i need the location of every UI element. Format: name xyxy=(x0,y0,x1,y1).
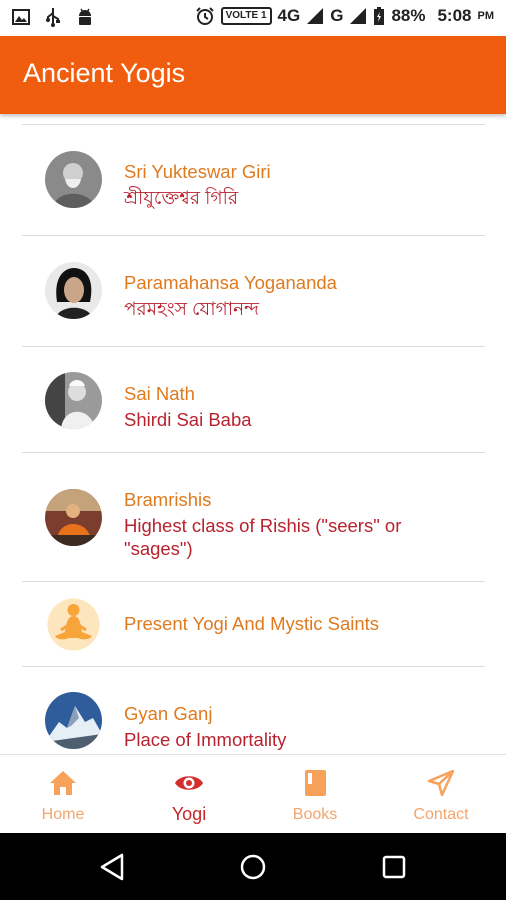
image-icon xyxy=(12,9,30,25)
clock-time: 5:08 xyxy=(437,6,472,25)
yogi-name: Present Yogi And Mystic Saints xyxy=(124,613,380,634)
yogi-list[interactable]: Sri Yukteswar Giri শ্রীযুক্তেশ্বর গিরি P… xyxy=(0,114,506,754)
list-item[interactable]: Sri Yukteswar Giri শ্রীযুক্তেশ্বর গিরি xyxy=(0,125,506,235)
battery-icon xyxy=(374,7,385,25)
alarm-icon xyxy=(195,7,214,25)
nav-yogi-label: Yogi xyxy=(171,804,207,824)
yogi-subtitle: পরমহংস যোগানন্দ xyxy=(124,298,259,319)
avatar xyxy=(45,262,102,319)
yogi-name: Bramrishis xyxy=(124,489,212,510)
nav-yogi[interactable]: Yogi xyxy=(126,755,252,834)
yogi-name: Gyan Ganj xyxy=(124,703,213,724)
list-item[interactable]: Bramrishis Highest class of Rishis ("see… xyxy=(0,453,506,581)
yogi-subtitle: Highest class of Rishis ("seers" or "sag… xyxy=(124,515,402,559)
nav-books[interactable]: Books xyxy=(252,755,378,834)
home-button-icon[interactable] xyxy=(237,851,269,883)
volte-badge: VOLTE 1 xyxy=(220,7,272,25)
signal-icon-2 xyxy=(350,8,367,24)
nav-home-label: Home xyxy=(41,806,85,823)
yogi-subtitle: Place of Immortality xyxy=(124,729,287,750)
send-icon xyxy=(427,769,455,797)
yogi-name: Sai Nath xyxy=(124,383,195,404)
system-nav-bar xyxy=(0,833,506,900)
nav-contact-label: Contact xyxy=(413,806,469,823)
avatar xyxy=(45,692,102,749)
clock-ampm: PM xyxy=(477,10,495,22)
avatar xyxy=(45,151,102,208)
list-item[interactable]: Gyan Ganj Place of Immortality xyxy=(0,667,506,754)
bottom-navigation: Home Yogi Books Contact xyxy=(0,754,506,833)
yogi-subtitle: Shirdi Sai Baba xyxy=(124,409,252,430)
status-right: VOLTE 1 4G G 88% 5:08 PM xyxy=(195,6,494,26)
yogi-subtitle: শ্রীযুক্তেশ্বর গিরি xyxy=(124,187,239,208)
eye-icon xyxy=(175,776,203,790)
nav-contact[interactable]: Contact xyxy=(378,755,504,834)
android-icon xyxy=(79,8,91,25)
avatar xyxy=(45,372,102,429)
nav-home[interactable]: Home xyxy=(0,755,126,834)
battery-percent: 88% xyxy=(391,6,426,25)
status-bar: VOLTE 1 4G G 88% 5:08 PM xyxy=(0,0,506,36)
yogi-name: Paramahansa Yogananda xyxy=(124,272,337,293)
network-g: G xyxy=(330,6,344,25)
list-item[interactable]: Sai Nath Shirdi Sai Baba xyxy=(0,347,506,452)
screen: VOLTE 1 4G G 88% 5:08 PM Ancient Yogis S… xyxy=(0,0,506,900)
usb-icon xyxy=(46,8,60,27)
book-icon xyxy=(305,770,326,796)
app-bar: Ancient Yogis xyxy=(0,36,506,114)
list-item[interactable]: Paramahansa Yogananda পরমহংস যোগানন্দ xyxy=(0,236,506,346)
home-icon xyxy=(50,771,76,795)
status-left xyxy=(12,7,94,27)
back-icon[interactable] xyxy=(97,851,129,883)
avatar xyxy=(45,596,102,653)
recents-icon[interactable] xyxy=(378,851,410,883)
app-title: Ancient Yogis xyxy=(23,58,186,88)
list-item[interactable]: Present Yogi And Mystic Saints xyxy=(0,582,506,666)
avatar xyxy=(45,489,102,546)
nav-books-label: Books xyxy=(292,806,338,823)
network-4g: 4G xyxy=(277,6,301,25)
signal-icon xyxy=(307,8,324,24)
yogi-name: Sri Yukteswar Giri xyxy=(124,161,271,182)
